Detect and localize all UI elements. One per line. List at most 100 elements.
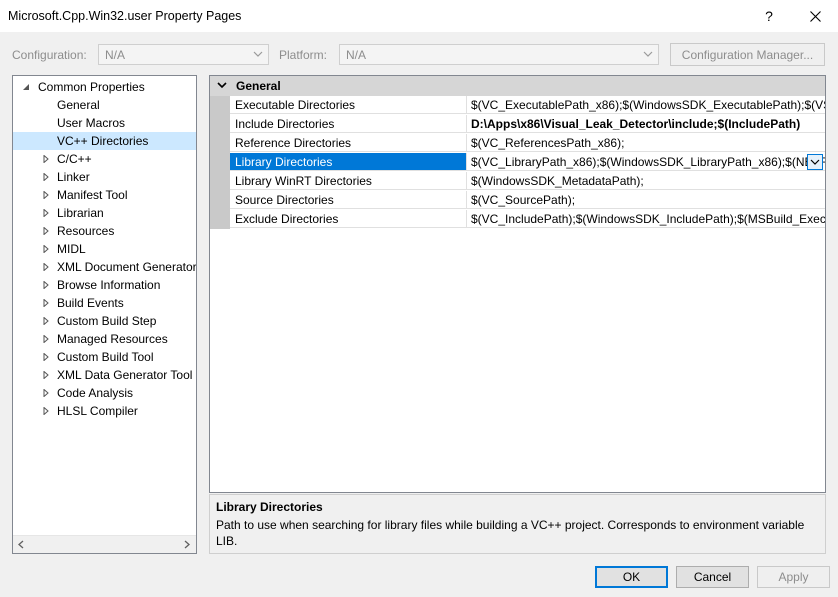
property-value-text: D:\Apps\x86\Visual_Leak_Detector\include…: [471, 117, 801, 131]
row-gutter: [210, 153, 230, 172]
scroll-right-icon[interactable]: [183, 540, 191, 549]
tree-item[interactable]: Code Analysis: [13, 384, 196, 402]
property-row[interactable]: Source Directories $(VC_SourcePath);: [210, 191, 825, 210]
tree-item[interactable]: HLSL Compiler: [13, 402, 196, 420]
expand-arrow-icon[interactable]: [41, 312, 51, 330]
tree-item[interactable]: Linker: [13, 168, 196, 186]
tree-item-label: Custom Build Step: [57, 314, 157, 328]
tree-item-label: Resources: [57, 224, 115, 238]
configuration-manager-button[interactable]: Configuration Manager...: [670, 43, 825, 66]
tree-item[interactable]: User Macros: [13, 114, 196, 132]
property-value-text: $(WindowsSDK_MetadataPath);: [471, 174, 644, 188]
expand-arrow-icon[interactable]: [41, 294, 51, 312]
expand-arrow-icon[interactable]: [41, 204, 51, 222]
tree-item[interactable]: MIDL: [13, 240, 196, 258]
expand-arrow-icon[interactable]: [41, 222, 51, 240]
tree-item-label: MIDL: [57, 242, 86, 256]
collapse-arrow-icon[interactable]: [21, 78, 31, 96]
tree-item-label: Common Properties: [38, 80, 145, 94]
property-name[interactable]: Exclude Directories: [230, 210, 467, 228]
property-name[interactable]: Executable Directories: [230, 96, 467, 114]
property-value-text: $(VC_ExecutablePath_x86);$(WindowsSDK_Ex…: [471, 98, 825, 112]
tree-item[interactable]: Managed Resources: [13, 330, 196, 348]
row-gutter: [210, 210, 230, 229]
tree-item[interactable]: Custom Build Tool: [13, 348, 196, 366]
property-name[interactable]: Library Directories: [230, 153, 467, 171]
property-name[interactable]: Reference Directories: [230, 134, 467, 152]
grid-section-header[interactable]: General: [210, 76, 825, 96]
close-button[interactable]: [792, 0, 838, 32]
tree-item-label: General: [57, 98, 100, 112]
tree-item[interactable]: Custom Build Step: [13, 312, 196, 330]
property-row[interactable]: Include Directories D:\Apps\x86\Visual_Le…: [210, 115, 825, 134]
expand-arrow-icon[interactable]: [41, 276, 51, 294]
property-tree[interactable]: Common Properties General User Macros VC++…: [12, 75, 197, 554]
chevron-down-icon[interactable]: [216, 79, 228, 91]
expand-arrow-icon[interactable]: [41, 402, 51, 420]
tree-item[interactable]: Manifest Tool: [13, 186, 196, 204]
chevron-down-icon: [253, 51, 263, 57]
help-button[interactable]: ?: [746, 0, 792, 32]
expand-arrow-icon[interactable]: [41, 168, 51, 186]
tree-item[interactable]: General: [13, 96, 196, 114]
tree-item[interactable]: XML Document Generator: [13, 258, 196, 276]
window-title: Microsoft.Cpp.Win32.user Property Pages: [8, 9, 242, 23]
configuration-value: N/A: [105, 48, 126, 62]
property-value[interactable]: $(VC_ReferencesPath_x86);: [467, 134, 825, 152]
description-text: Path to use when searching for library f…: [216, 518, 805, 548]
property-row[interactable]: Reference Directories $(VC_ReferencesPath…: [210, 134, 825, 153]
property-value[interactable]: $(VC_ExecutablePath_x86);$(WindowsSDK_Ex…: [467, 96, 825, 114]
property-row[interactable]: Library Directories $(VC_LibraryPath_x86)…: [210, 153, 825, 172]
property-value-text: $(VC_SourcePath);: [471, 193, 576, 207]
tree-item-label: XML Data Generator Tool: [57, 368, 193, 382]
property-name[interactable]: Include Directories: [230, 115, 467, 133]
property-row[interactable]: Exclude Directories $(VC_IncludePath);$(W…: [210, 210, 825, 229]
tree-item-label: Manifest Tool: [57, 188, 128, 202]
property-row[interactable]: Library WinRT Directories $(WindowsSDK_Me…: [210, 172, 825, 191]
value-dropdown-button[interactable]: [807, 154, 823, 170]
property-row[interactable]: Executable Directories $(VC_ExecutablePat…: [210, 96, 825, 115]
scroll-track[interactable]: [30, 538, 178, 550]
property-value[interactable]: $(VC_LibraryPath_x86);$(WindowsSDK_Libra…: [467, 153, 825, 171]
tree-item-label: VC++ Directories: [57, 134, 149, 148]
row-gutter: [210, 134, 230, 153]
ok-button[interactable]: OK: [595, 566, 668, 588]
tree-item[interactable]: Browse Information: [13, 276, 196, 294]
expand-arrow-icon[interactable]: [41, 240, 51, 258]
scroll-left-icon[interactable]: [17, 540, 25, 549]
property-value[interactable]: $(VC_IncludePath);$(WindowsSDK_IncludePa…: [467, 210, 825, 228]
row-gutter: [210, 96, 230, 115]
tree-item[interactable]: XML Data Generator Tool: [13, 366, 196, 384]
cancel-button[interactable]: Cancel: [676, 566, 749, 588]
tree-item[interactable]: Librarian: [13, 204, 196, 222]
expand-arrow-icon[interactable]: [41, 384, 51, 402]
section-title: General: [236, 79, 281, 93]
property-value-text: $(VC_ReferencesPath_x86);: [471, 136, 625, 150]
configuration-select[interactable]: N/A: [98, 44, 269, 65]
expand-arrow-icon[interactable]: [41, 150, 51, 168]
expand-arrow-icon[interactable]: [41, 366, 51, 384]
expand-arrow-icon[interactable]: [41, 330, 51, 348]
tree-item[interactable]: VC++ Directories: [13, 132, 196, 150]
expand-arrow-icon[interactable]: [41, 186, 51, 204]
tree-item-label: Custom Build Tool: [57, 350, 154, 364]
tree-item[interactable]: Resources: [13, 222, 196, 240]
chevron-down-icon: [810, 159, 820, 165]
expand-arrow-icon[interactable]: [41, 258, 51, 276]
chevron-down-icon: [643, 51, 653, 57]
property-grid[interactable]: General Executable Directories $(VC_Execu…: [209, 75, 826, 493]
property-name[interactable]: Library WinRT Directories: [230, 172, 467, 190]
apply-button[interactable]: Apply: [757, 566, 830, 588]
tree-item[interactable]: C/C++: [13, 150, 196, 168]
property-value[interactable]: D:\Apps\x86\Visual_Leak_Detector\include…: [467, 115, 825, 133]
tree-root-common-properties[interactable]: Common Properties: [13, 78, 196, 96]
tree-item-label: Librarian: [57, 206, 104, 220]
platform-select[interactable]: N/A: [339, 44, 659, 65]
property-value[interactable]: $(WindowsSDK_MetadataPath);: [467, 172, 825, 190]
expand-arrow-icon[interactable]: [41, 348, 51, 366]
tree-item-label: HLSL Compiler: [57, 404, 138, 418]
property-name[interactable]: Source Directories: [230, 191, 467, 209]
tree-item[interactable]: Build Events: [13, 294, 196, 312]
property-value[interactable]: $(VC_SourcePath);: [467, 191, 825, 209]
horizontal-scrollbar[interactable]: [13, 535, 196, 553]
